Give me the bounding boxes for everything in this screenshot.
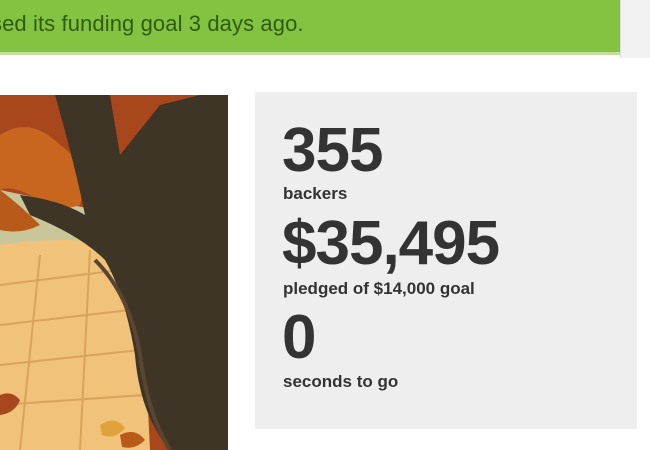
project-hero-image xyxy=(0,95,228,450)
pledged-label: pledged of $14,000 goal xyxy=(283,279,475,298)
backers-label: backers xyxy=(283,184,348,203)
banner-side-panel xyxy=(620,0,650,58)
pledged-amount: $35,495 xyxy=(282,209,500,278)
funding-success-banner: ised its funding goal 3 days ago. xyxy=(0,0,620,55)
autumn-tree-illustration xyxy=(0,95,228,450)
campaign-stats-panel: 355 backers $35,495 pledged of $14,000 g… xyxy=(255,92,637,429)
banner-message: ised its funding goal 3 days ago. xyxy=(0,11,304,36)
time-remaining-count: 0 xyxy=(282,303,316,372)
backers-count: 355 xyxy=(282,116,383,185)
time-remaining-label: seconds to go xyxy=(283,372,399,391)
